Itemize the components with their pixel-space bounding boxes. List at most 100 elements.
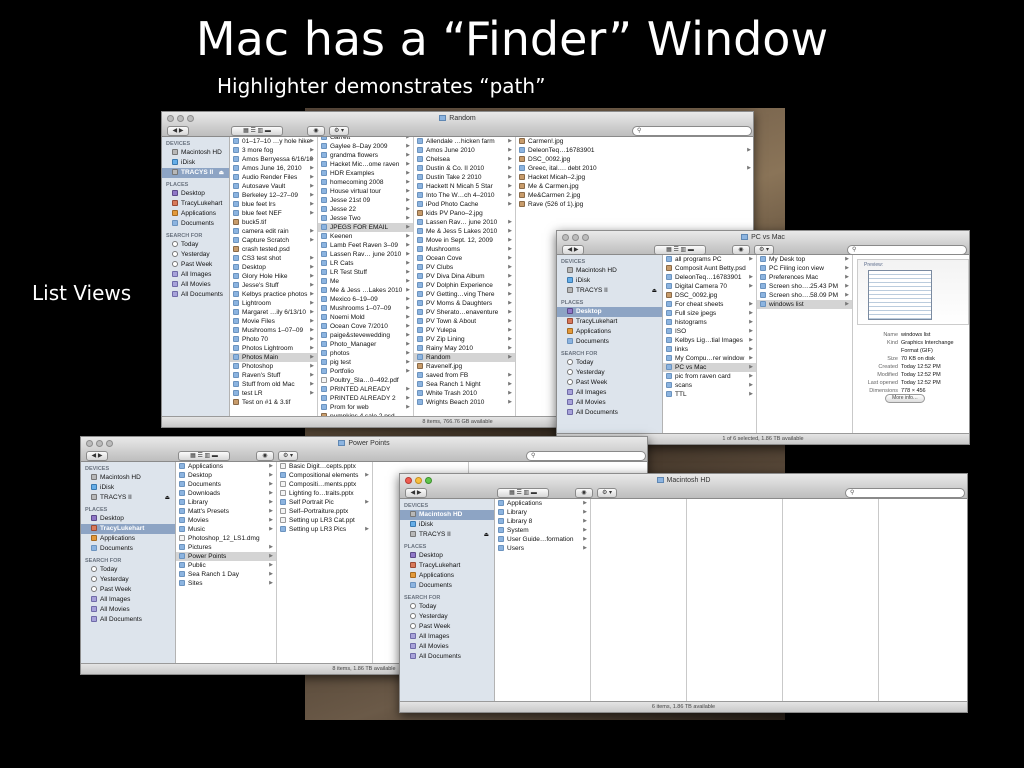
sidebar-item-today[interactable]: Today xyxy=(400,602,494,612)
list-item[interactable]: Photoshop ▶ xyxy=(230,362,317,371)
list-item[interactable]: Ocean Cove 7/2010 ▶ xyxy=(318,322,413,331)
sidebar-item-tracylukehart[interactable]: TracyLukehart xyxy=(400,561,494,571)
sidebar-item-all-movies[interactable]: All Movies xyxy=(162,280,229,290)
list-item[interactable]: Amos Berryessa 6/16/10 ▶ xyxy=(230,155,317,164)
list-item[interactable]: grandma flowers ▶ xyxy=(318,151,413,160)
list-item[interactable]: Glory Hole Hike ▶ xyxy=(230,272,317,281)
list-item[interactable]: Setting up LR3 Cat.ppt xyxy=(277,516,372,525)
title-bar[interactable]: Random ◀ ▶ ▦ ☰ ▥ ▬ ◉ ⚙ ▾ ⚲ xyxy=(162,112,753,137)
sidebar-item-tracys-ii[interactable]: TRACYS II ⏏ xyxy=(81,493,175,503)
list-item[interactable]: Carmen!.jpg xyxy=(516,137,753,146)
sidebar-item-idisk[interactable]: iDisk xyxy=(81,483,175,493)
list-item[interactable]: Ocean Cove ▶ xyxy=(414,254,515,263)
list-item[interactable]: Screen sho….25.43 PM ▶ xyxy=(757,282,852,291)
list-item[interactable]: all programs PC ▶ xyxy=(663,255,756,264)
list-item[interactable]: Hacket Micah–2.jpg xyxy=(516,173,753,182)
sidebar-item-past-week[interactable]: Past Week xyxy=(400,622,494,632)
list-item[interactable]: Self–Portraiture.pptx xyxy=(277,507,372,516)
eject-icon[interactable]: ⏏ xyxy=(219,168,224,178)
list-item[interactable]: kids PV Pano–2.jpg xyxy=(414,209,515,218)
list-item[interactable]: crash tested.psd xyxy=(230,245,317,254)
back-forward-buttons[interactable]: ◀ ▶ xyxy=(167,126,189,136)
sidebar-item-all-documents[interactable]: All Documents xyxy=(81,615,175,625)
sidebar-item-applications[interactable]: Applications xyxy=(81,534,175,544)
list-item[interactable]: Self Portrait Pic ▶ xyxy=(277,498,372,507)
list-item[interactable]: Library ▶ xyxy=(495,508,590,517)
list-item[interactable]: Movie Files ▶ xyxy=(230,317,317,326)
list-item[interactable]: camera edit rain ▶ xyxy=(230,227,317,236)
list-item[interactable]: Library 8 ▶ xyxy=(495,517,590,526)
sidebar-item-desktop[interactable]: Desktop xyxy=(557,307,662,317)
search-field[interactable]: ⚲ xyxy=(847,245,967,255)
list-item[interactable]: For cheat sheets ▶ xyxy=(663,300,756,309)
list-item[interactable]: paige&stevewedding ▶ xyxy=(318,331,413,340)
list-item[interactable]: Lamb Feet Raven 3–09 ▶ xyxy=(318,241,413,250)
list-item[interactable]: Me & Jess 5 Lakes 2010 ▶ xyxy=(414,227,515,236)
sidebar-item-macintosh-hd[interactable]: Macintosh HD xyxy=(162,148,229,158)
list-item[interactable]: PV Dolphin Experience ▶ xyxy=(414,281,515,290)
sidebar-item-documents[interactable]: Documents xyxy=(162,219,229,229)
sidebar-item-yesterday[interactable]: Yesterday xyxy=(400,612,494,622)
sidebar-item-tracys-ii[interactable]: TRACYS II ⏏ xyxy=(400,530,494,540)
list-item[interactable]: Dustin & Co. II 2010 ▶ xyxy=(414,164,515,173)
list-item[interactable]: Chelsea ▶ xyxy=(414,155,515,164)
sidebar-item-all-images[interactable]: All Images xyxy=(400,632,494,642)
list-item[interactable]: Mexico 6–19–09 ▶ xyxy=(318,295,413,304)
search-field[interactable]: ⚲ xyxy=(632,126,752,136)
sidebar-item-desktop[interactable]: Desktop xyxy=(400,551,494,561)
eject-icon[interactable]: ⏏ xyxy=(165,493,170,503)
list-item[interactable]: Ravenelf.jpg xyxy=(414,362,515,371)
title-bar[interactable]: Power Points ◀ ▶ ▦ ☰ ▥ ▬ ◉ ⚙ ▾ ⚲ xyxy=(81,437,647,462)
list-item[interactable]: PV Yulepa ▶ xyxy=(414,326,515,335)
list-item[interactable]: Composit Aunt Betty.psd xyxy=(663,264,756,273)
view-mode-buttons[interactable]: ▦ ☰ ▥ ▬ xyxy=(654,245,706,255)
list-item[interactable]: Allendale …hicken farm ▶ xyxy=(414,137,515,146)
list-item[interactable]: links ▶ xyxy=(663,345,756,354)
quick-look-button[interactable]: ◉ xyxy=(575,488,593,498)
action-menu-button[interactable]: ⚙ ▾ xyxy=(597,488,617,498)
list-item[interactable]: Autosave Vault ▶ xyxy=(230,182,317,191)
eject-icon[interactable]: ⏏ xyxy=(484,530,489,540)
sidebar-item-idisk[interactable]: iDisk xyxy=(162,158,229,168)
list-item[interactable]: scans ▶ xyxy=(663,381,756,390)
sidebar-item-documents[interactable]: Documents xyxy=(400,581,494,591)
list-item[interactable]: Me&Carmen 2.jpg xyxy=(516,191,753,200)
list-item[interactable]: Me & Jess …Lakes 2010 ▶ xyxy=(318,286,413,295)
list-item[interactable]: Sea Ranch 1 Day ▶ xyxy=(176,570,276,579)
list-item[interactable]: windows list ▶ xyxy=(757,300,852,309)
list-item[interactable]: Jesse Two ▶ xyxy=(318,214,413,223)
list-item[interactable]: Photos Main ▶ xyxy=(230,353,317,362)
list-item[interactable]: Mushrooms ▶ xyxy=(414,245,515,254)
sidebar-item-all-documents[interactable]: All Documents xyxy=(162,290,229,300)
list-item[interactable]: Desktop ▶ xyxy=(176,471,276,480)
list-item[interactable]: Full size jpegs ▶ xyxy=(663,309,756,318)
list-item[interactable]: Hacket Mic…ome raven ▶ xyxy=(318,160,413,169)
list-item[interactable]: PRINTED ALREADY ▶ xyxy=(318,385,413,394)
list-item[interactable]: Dustin Take 2 2010 ▶ xyxy=(414,173,515,182)
sidebar-item-documents[interactable]: Documents xyxy=(557,337,662,347)
list-item[interactable]: Digital Camera 70 ▶ xyxy=(663,282,756,291)
eject-icon[interactable]: ⏏ xyxy=(652,286,657,296)
quick-look-button[interactable]: ◉ xyxy=(732,245,750,255)
list-item[interactable]: Photo 70 ▶ xyxy=(230,335,317,344)
action-menu-button[interactable]: ⚙ ▾ xyxy=(278,451,298,461)
list-item[interactable]: Amos June 2010 ▶ xyxy=(414,146,515,155)
list-item[interactable]: Me & Carmen.jpg xyxy=(516,182,753,191)
list-item[interactable]: Photos Lightroom ▶ xyxy=(230,344,317,353)
list-item[interactable]: Kelbys Lig…tial Images ▶ xyxy=(663,336,756,345)
list-item[interactable]: buck5.tif xyxy=(230,218,317,227)
list-item[interactable]: Jesse's Stuff ▶ xyxy=(230,281,317,290)
list-item[interactable]: TTL ▶ xyxy=(663,390,756,399)
list-item[interactable]: Compositional elements ▶ xyxy=(277,471,372,480)
list-item[interactable]: Desktop ▶ xyxy=(230,263,317,272)
list-item[interactable]: Compositi…ments.pptx xyxy=(277,480,372,489)
list-item[interactable]: PV Moms & Daughters ▶ xyxy=(414,299,515,308)
list-item[interactable]: 3 more fog ▶ xyxy=(230,146,317,155)
list-item[interactable]: 01–17–10 …y hole hike ▶ xyxy=(230,137,317,146)
list-item[interactable]: Matt's Presets ▶ xyxy=(176,507,276,516)
sidebar-item-tracylukehart[interactable]: TracyLukehart xyxy=(557,317,662,327)
list-item[interactable]: LR Test Stuff ▶ xyxy=(318,268,413,277)
list-item[interactable]: PV Getting…ving There ▶ xyxy=(414,290,515,299)
list-item[interactable]: Gaylee 8–Day 2009 ▶ xyxy=(318,142,413,151)
list-item[interactable]: Audio Render Files ▶ xyxy=(230,173,317,182)
